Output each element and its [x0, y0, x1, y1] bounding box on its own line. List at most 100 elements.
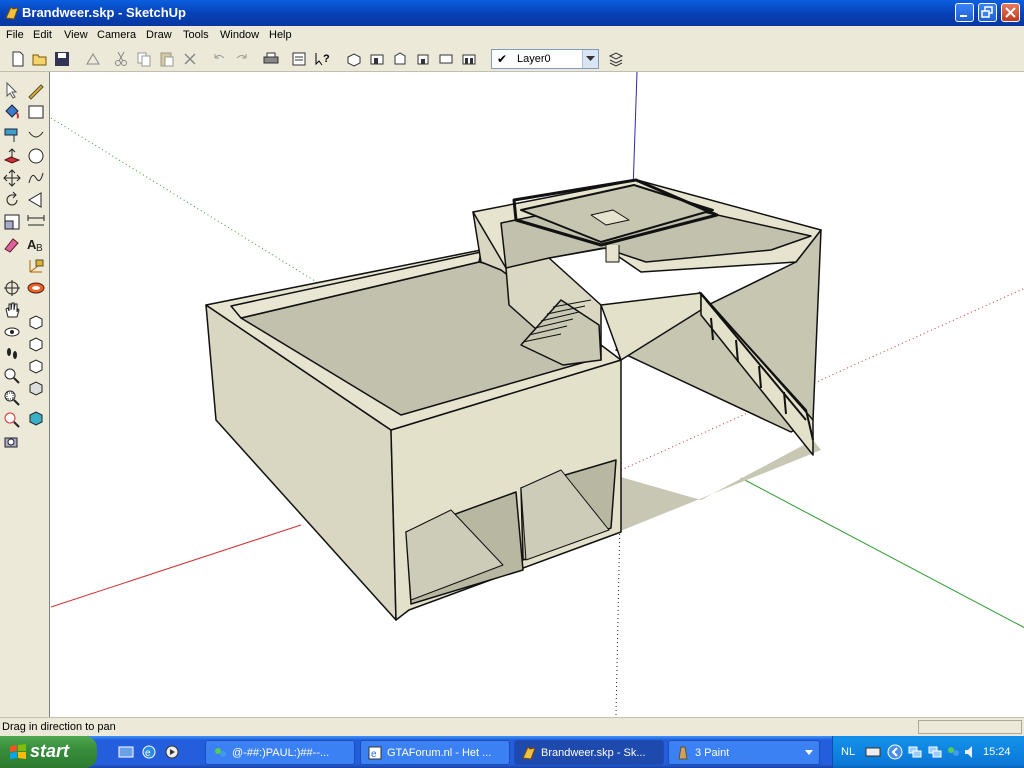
menu-file[interactable]: File [6, 29, 24, 41]
taskbar-item-label: 3 Paint [695, 747, 730, 759]
new-icon[interactable] [9, 50, 27, 68]
menu-camera[interactable]: Camera [97, 29, 136, 41]
model-info-icon[interactable] [290, 50, 308, 68]
copy-icon[interactable] [135, 50, 153, 68]
measurements-box[interactable] [918, 720, 1022, 734]
paint-bucket-icon[interactable] [2, 102, 22, 122]
walk-icon[interactable] [2, 344, 22, 364]
minimize-icon [960, 15, 967, 17]
taskbar-item-label: @-##:)PAUL:)##--... [232, 747, 330, 759]
green-axis [740, 477, 1024, 629]
clock[interactable]: 15:24 [983, 746, 1011, 758]
menu-edit[interactable]: Edit [33, 29, 52, 41]
back-view-icon[interactable] [437, 50, 455, 68]
left-view-icon[interactable] [460, 50, 478, 68]
rotate-icon[interactable] [2, 190, 22, 210]
status-text: Drag in direction to pan [2, 721, 116, 733]
minimize-button[interactable] [955, 3, 974, 22]
previous-view-icon[interactable] [2, 432, 22, 452]
taskbar-item-sketchup[interactable]: Brandweer.skp - Sk... [514, 740, 664, 765]
zoom-extents-icon[interactable] [2, 410, 22, 430]
menu-draw[interactable]: Draw [146, 29, 172, 41]
move-icon[interactable] [2, 168, 22, 188]
keyboard-icon[interactable] [865, 744, 881, 760]
menu-view[interactable]: View [64, 29, 88, 41]
orbit-icon[interactable] [2, 278, 22, 298]
eraser-icon[interactable] [2, 234, 22, 254]
save-icon[interactable] [53, 50, 71, 68]
windows-logo-icon [10, 744, 26, 759]
follow-me-icon[interactable] [26, 356, 46, 376]
polygon-icon[interactable] [26, 190, 46, 210]
svg-text:B: B [36, 243, 43, 254]
circle-icon[interactable] [26, 146, 46, 166]
layer-select[interactable]: ✔ Layer0 [491, 49, 599, 69]
restore-button[interactable] [978, 3, 997, 22]
right-view-icon[interactable] [414, 50, 432, 68]
dropdown-arrow[interactable] [582, 50, 598, 68]
paste-icon[interactable] [158, 50, 176, 68]
arc-icon[interactable] [26, 124, 46, 144]
freehand-icon[interactable] [26, 168, 46, 188]
chevron-down-icon [586, 56, 595, 61]
close-button[interactable] [1001, 3, 1020, 22]
red-axis [50, 524, 302, 608]
start-button[interactable]: start [0, 736, 97, 768]
cut-icon[interactable] [112, 50, 130, 68]
layers-icon[interactable] [607, 50, 625, 68]
erase-icon[interactable] [181, 50, 199, 68]
redo-icon[interactable] [233, 50, 251, 68]
zoom-window-icon[interactable] [2, 388, 22, 408]
dimension-icon[interactable] [26, 212, 46, 232]
menu-window[interactable]: Window [220, 29, 259, 41]
show-desktop-icon[interactable] [118, 744, 134, 760]
component-icon[interactable] [26, 408, 46, 428]
top-view-icon[interactable] [368, 50, 386, 68]
volume-icon[interactable] [963, 744, 979, 760]
pencil-icon[interactable] [26, 80, 46, 100]
offset-icon[interactable] [26, 334, 46, 354]
intersect-icon[interactable] [26, 378, 46, 398]
paint-icon [678, 746, 688, 760]
undo-icon[interactable] [210, 50, 228, 68]
zoom-icon[interactable] [2, 366, 22, 386]
text-icon[interactable]: AB [26, 234, 46, 254]
print-icon[interactable] [262, 50, 280, 68]
scale-icon[interactable] [2, 212, 22, 232]
media-player-icon[interactable] [164, 744, 180, 760]
front-view-icon[interactable] [391, 50, 409, 68]
sketchup-icon [522, 746, 536, 760]
tape-measure-icon[interactable] [2, 124, 22, 144]
window-title: Brandweer.skp - SketchUp [22, 5, 186, 20]
taskbar-item-paint[interactable]: 3 Paint [668, 740, 820, 765]
look-around-icon[interactable] [2, 322, 22, 342]
rectangle-icon[interactable] [26, 102, 46, 122]
network-icon[interactable] [907, 744, 923, 760]
axes-icon[interactable] [26, 256, 46, 276]
select-icon[interactable] [2, 80, 22, 100]
taskbar-item-browser[interactable]: e GTAForum.nl - Het ... [360, 740, 510, 765]
internet-explorer-icon[interactable]: e [141, 744, 157, 760]
push-pull-icon[interactable] [26, 312, 46, 332]
tray-arrow-icon[interactable] [887, 744, 903, 760]
taskbar-item-label: GTAForum.nl - Het ... [387, 747, 492, 759]
context-help-icon[interactable]: ? [313, 50, 331, 68]
orbit-icon[interactable] [26, 278, 46, 298]
messenger-tray-icon[interactable] [945, 744, 961, 760]
taskbar-item-messenger[interactable]: @-##:)PAUL:)##--... [205, 740, 355, 765]
push-pull-icon[interactable] [2, 146, 22, 166]
language-indicator[interactable]: NL [841, 746, 855, 758]
menu-tools[interactable]: Tools [183, 29, 209, 41]
svg-text:?: ? [323, 53, 330, 65]
start-label: start [30, 741, 70, 761]
open-icon[interactable] [31, 50, 49, 68]
make-component-icon[interactable] [84, 50, 102, 68]
pan-icon[interactable] [2, 300, 22, 320]
taskbar: start e @-##:)PAUL:)##--... e GTAForum.n… [0, 736, 1024, 768]
model-viewport[interactable] [49, 72, 1024, 717]
iso-view-icon[interactable] [345, 50, 363, 68]
model-canvas[interactable] [50, 72, 1024, 717]
chevron-down-icon [805, 750, 813, 755]
network-icon[interactable] [927, 744, 943, 760]
menu-help[interactable]: Help [269, 29, 292, 41]
